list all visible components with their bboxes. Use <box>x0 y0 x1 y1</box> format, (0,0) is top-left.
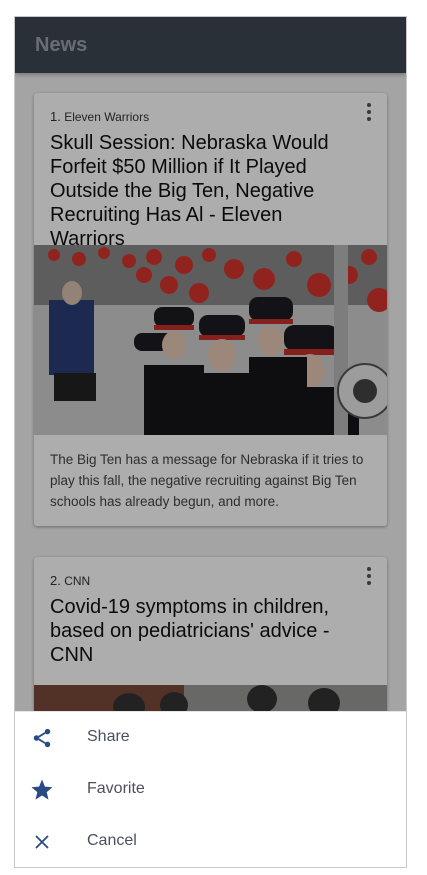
share-action[interactable]: Share <box>15 712 406 764</box>
share-label: Share <box>87 728 130 745</box>
favorite-label: Favorite <box>87 780 145 797</box>
share-icon <box>29 725 55 751</box>
favorite-action[interactable]: Favorite <box>15 764 406 816</box>
action-sheet: Share Favorite Cancel <box>15 711 406 867</box>
cancel-label: Cancel <box>87 832 137 849</box>
star-icon <box>29 777 55 803</box>
close-icon <box>29 829 55 855</box>
cancel-action[interactable]: Cancel <box>15 816 406 867</box>
phone-screen: News 1. Eleven Warriors Skull Session: N… <box>14 16 407 868</box>
